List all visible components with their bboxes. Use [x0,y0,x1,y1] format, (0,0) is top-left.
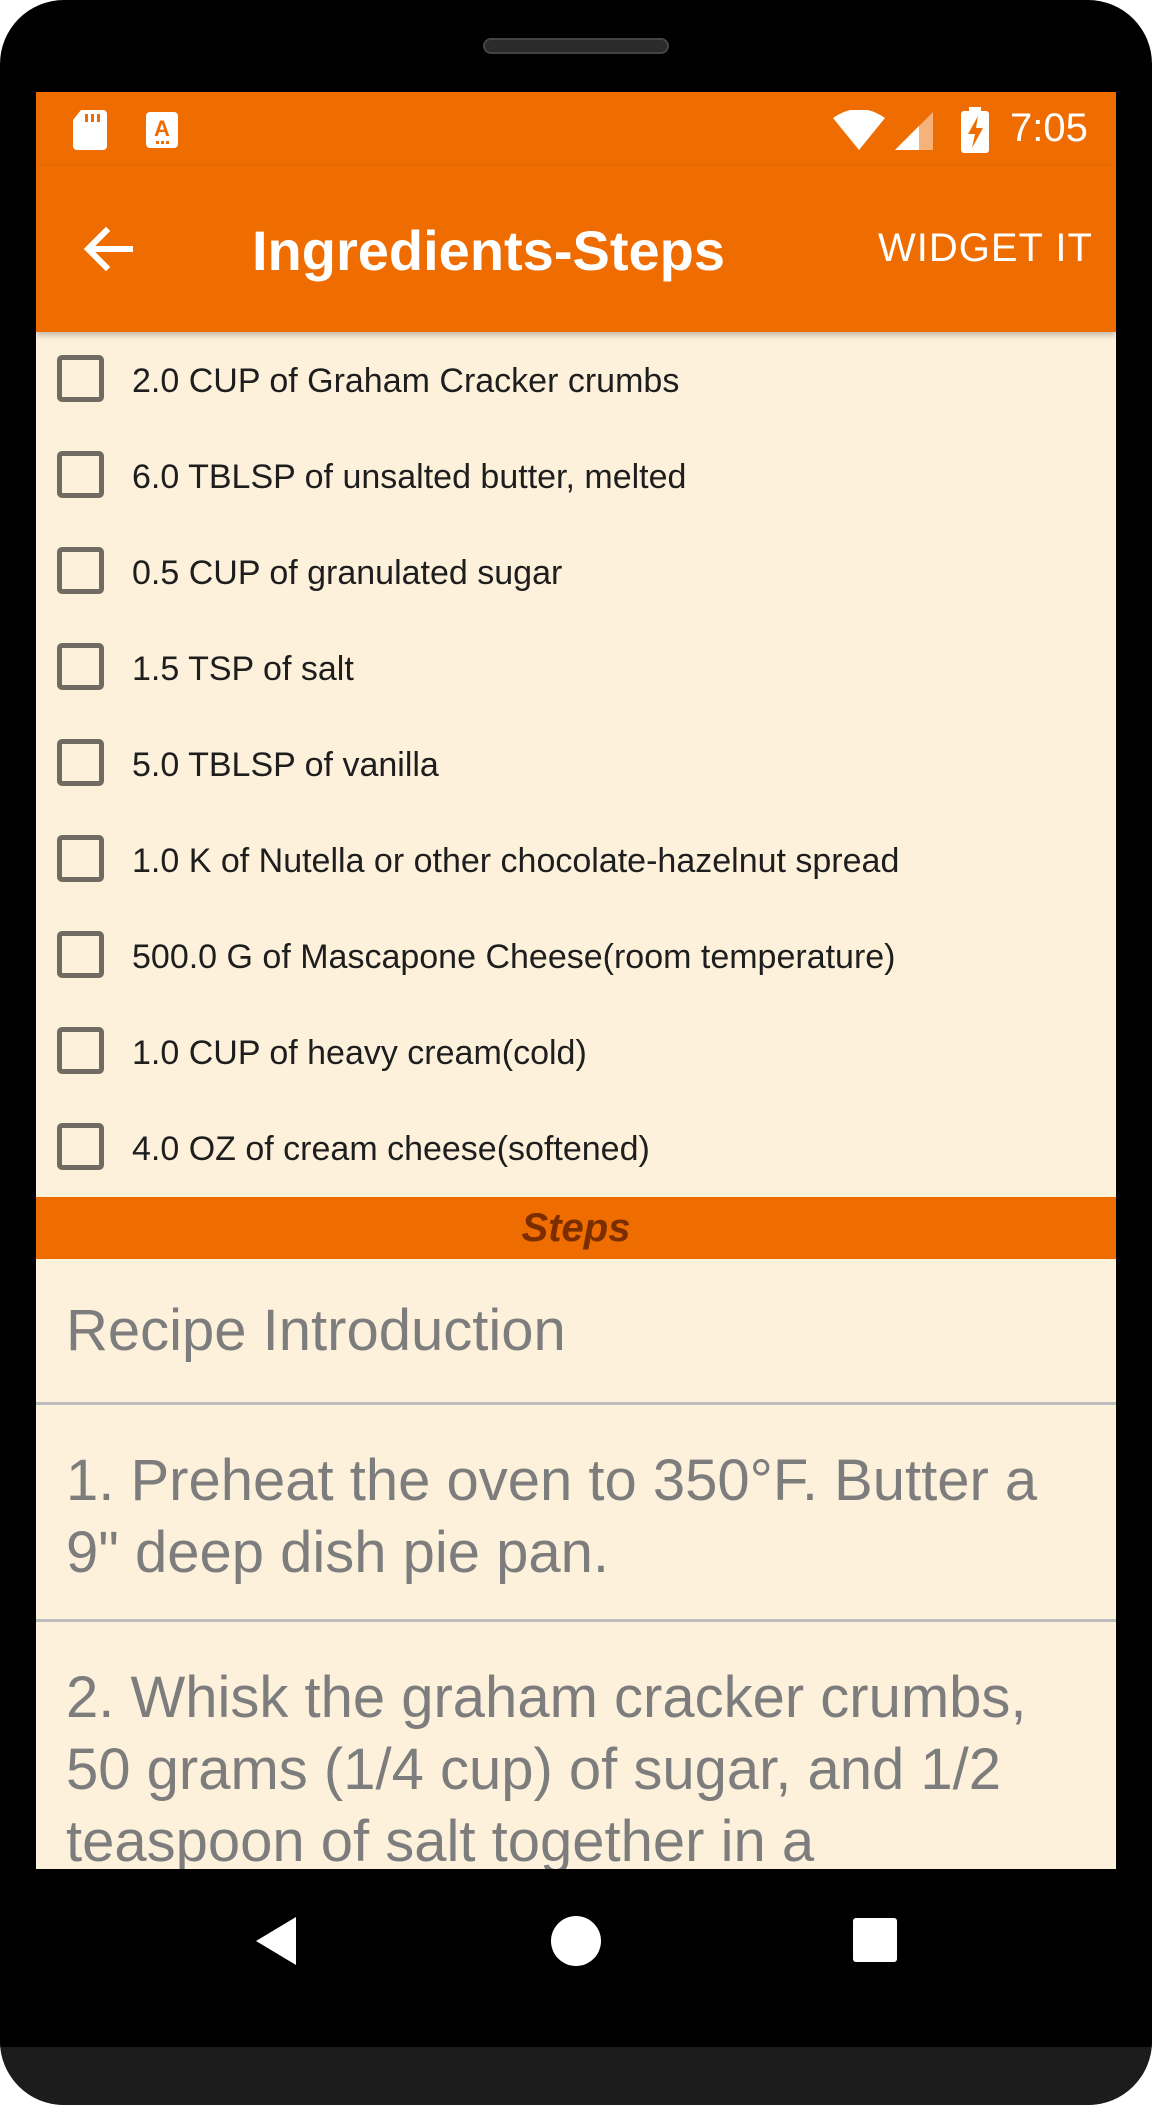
app-bar: Ingredients-Steps WIDGET IT [36,166,1116,332]
ingredient-label: 0.5 CUP of granulated sugar [132,554,563,592]
ingredient-checkbox[interactable] [57,1123,104,1170]
page-title: Ingredients-Steps [252,219,725,282]
battery-charging-icon [961,107,989,153]
ingredient-label: 500.0 G of Mascapone Cheese(room tempera… [132,938,896,976]
system-nav-bar [0,1869,1152,2047]
ingredient-checkbox[interactable] [57,835,104,882]
status-time: 7:05 [1010,106,1088,150]
step-item-intro[interactable]: Recipe Introduction [36,1259,1116,1402]
nav-recents-icon[interactable] [852,1917,898,1963]
ingredient-checkbox[interactable] [57,739,104,786]
wifi-icon [833,110,885,150]
ingredient-row[interactable]: 1.0 K of Nutella or other chocolate-haze… [36,812,1116,908]
screen: A 7:05 Ingredients-Steps WIDGET IT 2.0 C… [36,92,1116,1869]
ingredient-label: 5.0 TBLSP of vanilla [132,746,439,784]
ingredient-label: 1.0 CUP of heavy cream(cold) [132,1034,587,1072]
ingredient-label: 1.5 TSP of salt [132,650,354,688]
cell-signal-icon [895,112,933,150]
ingredients-list: 2.0 CUP of Graham Cracker crumbs 6.0 TBL… [36,332,1116,1196]
arrow-left-icon[interactable] [76,216,142,282]
step-item[interactable]: 2. Whisk the graham cracker crumbs, 50 g… [36,1622,1116,1869]
ingredient-label: 6.0 TBLSP of unsalted butter, melted [132,458,687,496]
device-chin [0,2047,1152,2105]
ingredient-checkbox[interactable] [57,451,104,498]
nav-back-icon[interactable] [252,1913,300,1969]
step-item[interactable]: 1. Preheat the oven to 350°F. Butter a 9… [36,1405,1116,1619]
nav-home-icon[interactable] [550,1915,602,1967]
ingredient-checkbox[interactable] [57,1027,104,1074]
ingredient-row[interactable]: 4.0 OZ of cream cheese(softened) [36,1100,1116,1196]
steps-section-header: Steps [36,1197,1116,1259]
ingredient-checkbox[interactable] [57,643,104,690]
ingredient-row[interactable]: 0.5 CUP of granulated sugar [36,524,1116,620]
ingredient-label: 2.0 CUP of Graham Cracker crumbs [132,362,680,400]
accessibility-a-icon: A [146,112,178,148]
widget-it-button[interactable]: WIDGET IT [878,226,1093,271]
ingredient-checkbox[interactable] [57,931,104,978]
ingredient-row[interactable]: 1.5 TSP of salt [36,620,1116,716]
steps-list: Recipe Introduction 1. Preheat the oven … [36,1259,1116,1869]
ingredient-row[interactable]: 6.0 TBLSP of unsalted butter, melted [36,428,1116,524]
ingredient-label: 1.0 K of Nutella or other chocolate-haze… [132,842,900,880]
earpiece-speaker [483,38,669,54]
ingredient-row[interactable]: 1.0 CUP of heavy cream(cold) [36,1004,1116,1100]
ingredient-checkbox[interactable] [57,355,104,402]
device-frame: A 7:05 Ingredients-Steps WIDGET IT 2.0 C… [0,0,1152,2105]
ingredient-label: 4.0 OZ of cream cheese(softened) [132,1130,650,1168]
ingredient-row[interactable]: 500.0 G of Mascapone Cheese(room tempera… [36,908,1116,1004]
ingredient-row[interactable]: 2.0 CUP of Graham Cracker crumbs [36,332,1116,428]
svg-text:A: A [154,116,170,141]
ingredient-checkbox[interactable] [57,547,104,594]
ingredient-row[interactable]: 5.0 TBLSP of vanilla [36,716,1116,812]
sd-card-icon [73,110,107,150]
steps-header-label: Steps [521,1206,631,1250]
status-bar: A 7:05 [36,92,1116,166]
